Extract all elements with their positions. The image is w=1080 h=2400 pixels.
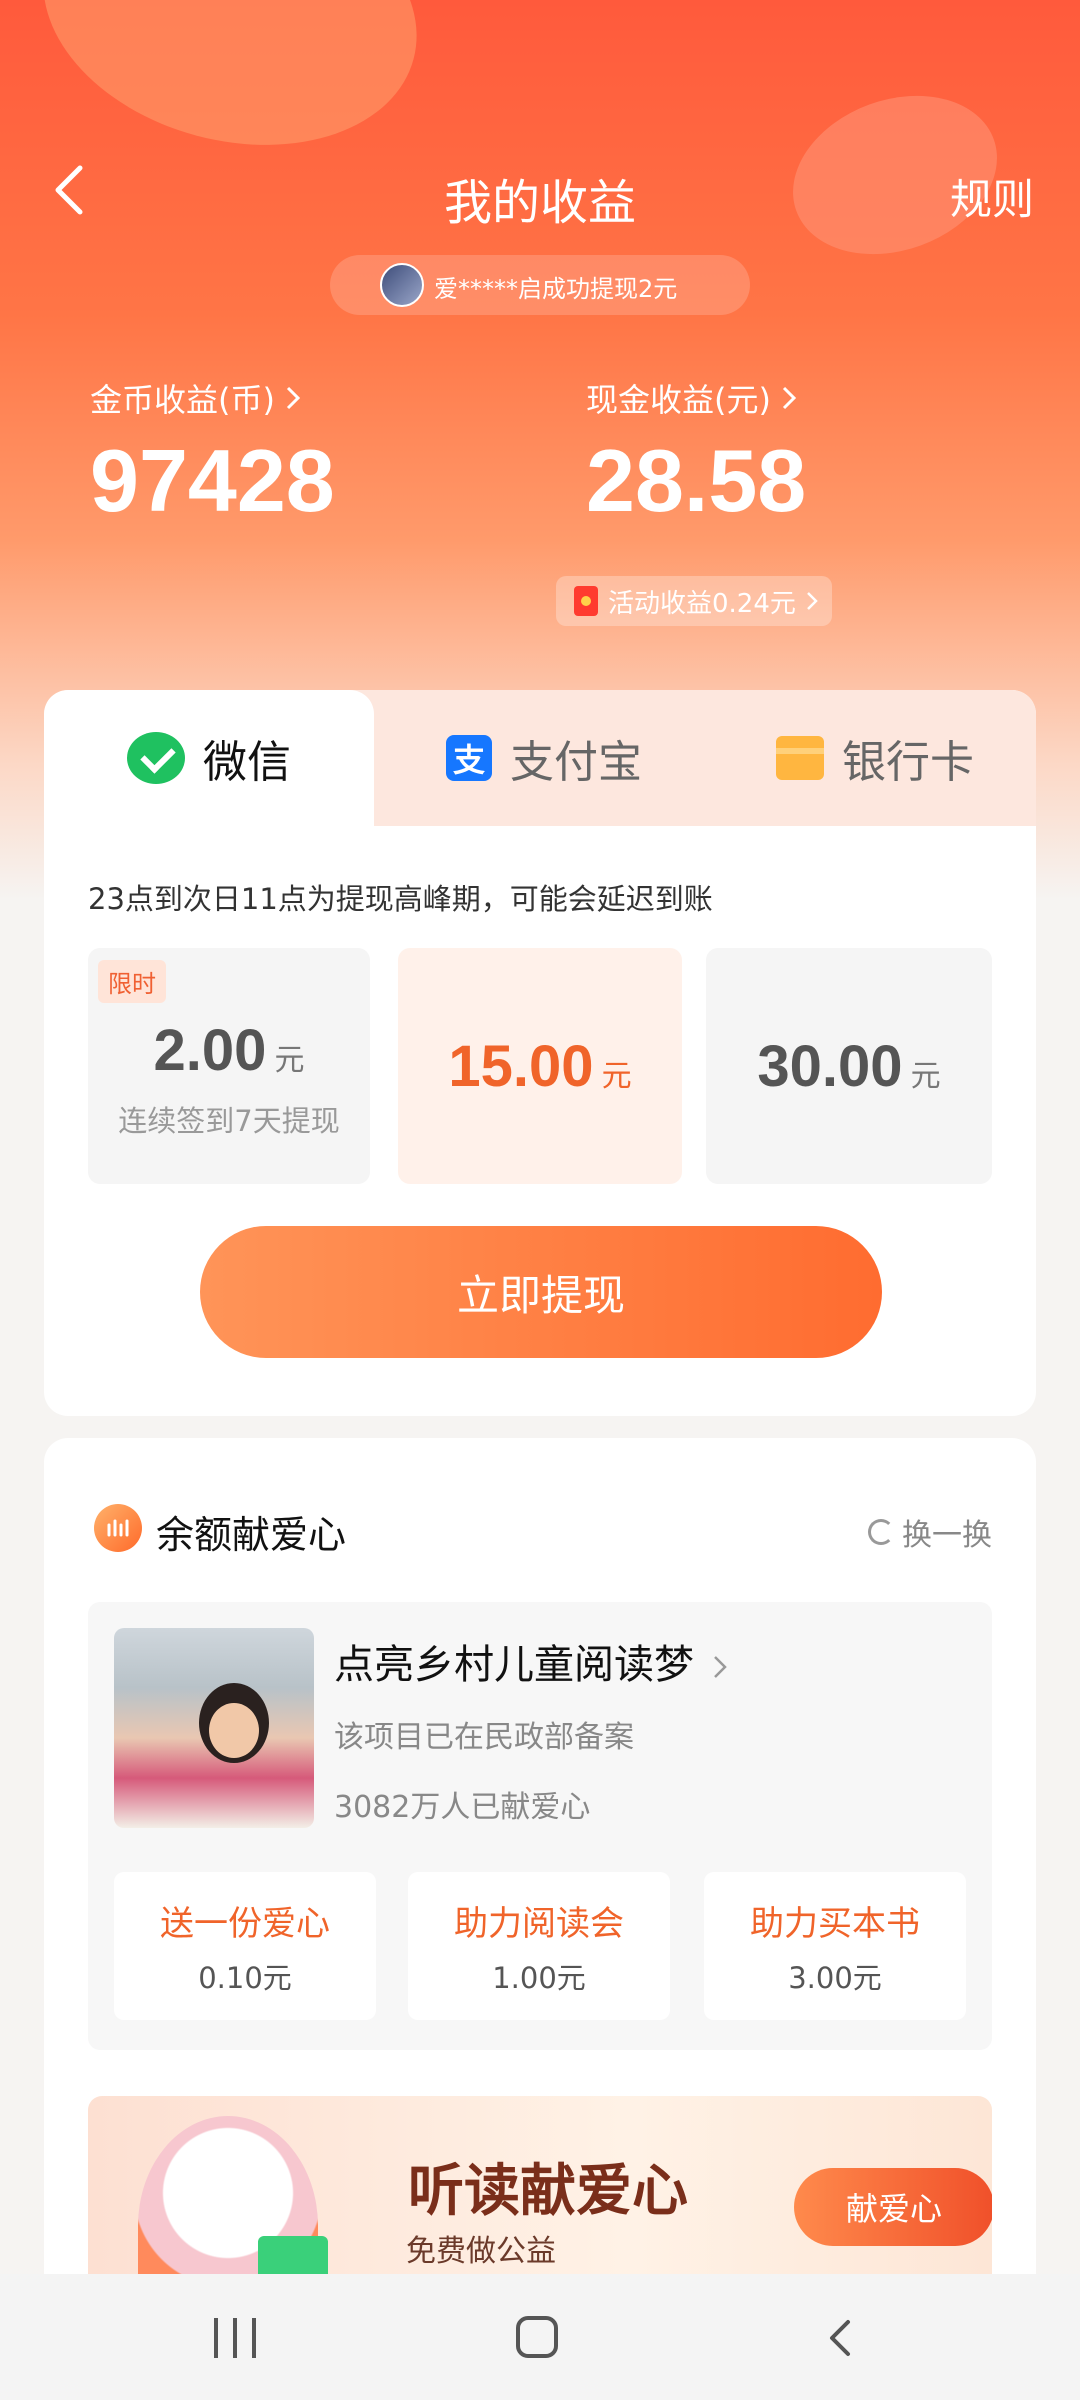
amount-option-15[interactable]: 15.00 元: [398, 948, 682, 1184]
page-title: 我的收益: [443, 175, 636, 231]
donate-option-price: 1.00元: [492, 1960, 586, 1995]
recent-apps-icon[interactable]: [214, 2318, 256, 2358]
charity-card: 余额献爱心 换一换 点亮乡村儿童阅读梦 该项目已在民政部备案 3082万人已献爱…: [44, 1438, 1036, 2400]
charity-section-title: 余额献爱心: [156, 1513, 347, 1557]
amount-value: 15.00: [448, 1033, 594, 1099]
cash-earnings-label[interactable]: 现金收益(元): [586, 375, 797, 421]
donate-love-button[interactable]: 献爱心: [794, 2168, 992, 2246]
cash-earnings-label-text: 现金收益(元): [586, 381, 771, 419]
coin-earnings-label[interactable]: 金币收益(币): [90, 375, 301, 421]
donate-option-price: 3.00元: [788, 1960, 882, 1995]
cash-earnings-value: 28.58: [586, 431, 807, 530]
amount-option-30[interactable]: 30.00 元: [706, 948, 992, 1184]
amount-unit: 元: [274, 1042, 305, 1078]
banner-subtitle: 免费做公益: [406, 2234, 556, 2269]
project-name-text: 点亮乡村儿童阅读梦: [334, 1642, 694, 1688]
tab-bank-card[interactable]: 银行卡: [714, 690, 1036, 826]
decorative-blob: [12, 0, 448, 185]
activity-earnings-pill[interactable]: 活动收益0.24元: [556, 576, 832, 626]
wechat-icon: [127, 732, 185, 784]
project-donor-count: 3082万人已献爱心: [334, 1790, 591, 1825]
project-registration: 该项目已在民政部备案: [334, 1720, 634, 1755]
project-name[interactable]: 点亮乡村儿童阅读梦: [334, 1632, 727, 1690]
banner-title: 听读献爱心: [408, 2159, 688, 2224]
coin-earnings-value: 97428: [90, 431, 335, 530]
tab-alipay-label: 支付宝: [510, 737, 642, 788]
tab-bank-card-label: 银行卡: [842, 737, 974, 788]
chevron-right-icon: [286, 386, 301, 410]
donate-option-reading[interactable]: 助力阅读会 1.00元: [408, 1872, 670, 2020]
chevron-right-icon: [807, 592, 818, 610]
chevron-right-icon: [713, 1656, 727, 1678]
donate-option-label: 助力阅读会: [454, 1903, 624, 1944]
donate-option-price: 0.10元: [198, 1960, 292, 1995]
amount-condition: 连续签到7天提现: [118, 1103, 340, 1138]
donate-option-label: 送一份爱心: [160, 1903, 330, 1944]
refresh-icon: [868, 1519, 894, 1545]
amount-value: 2.00: [153, 1017, 267, 1083]
refresh-button[interactable]: 换一换: [868, 1510, 992, 1554]
donate-option-book[interactable]: 助力买本书 3.00元: [704, 1872, 966, 2020]
chevron-right-icon: [782, 386, 797, 410]
bank-card-icon: [776, 736, 824, 780]
project-photo: [114, 1628, 314, 1828]
charity-project[interactable]: 点亮乡村儿童阅读梦 该项目已在民政部备案 3082万人已献爱心 送一份爱心 0.…: [88, 1602, 992, 2050]
donate-option-label: 助力买本书: [750, 1903, 920, 1944]
rules-link[interactable]: 规则: [950, 166, 1034, 227]
peak-time-notice: 23点到次日11点为提现高峰期，可能会延迟到账: [88, 882, 713, 916]
amount-unit: 元: [601, 1058, 632, 1094]
withdraw-card: 微信 支 支付宝 银行卡 23点到次日11点为提现高峰期，可能会延迟到账 限时 …: [44, 690, 1036, 1416]
alipay-icon: 支: [446, 735, 492, 781]
system-back-icon[interactable]: [826, 2318, 854, 2358]
tab-wechat-label: 微信: [203, 737, 291, 788]
tab-wechat[interactable]: 微信: [44, 690, 374, 826]
coin-earnings-label-text: 金币收益(币): [90, 381, 275, 419]
activity-earnings-text: 活动收益0.24元: [608, 588, 796, 619]
amount-unit: 元: [910, 1058, 941, 1094]
withdraw-now-button[interactable]: 立即提现: [200, 1226, 882, 1358]
refresh-label: 换一换: [902, 1518, 992, 1553]
red-packet-icon: [574, 586, 598, 616]
ticker-text: 爱*****启成功提现2元: [434, 275, 678, 303]
donate-option-love[interactable]: 送一份爱心 0.10元: [114, 1872, 376, 2020]
tab-alipay[interactable]: 支 支付宝: [384, 690, 704, 826]
ticker-avatar: [380, 263, 424, 307]
amount-value: 30.00: [757, 1033, 903, 1099]
limited-time-badge: 限时: [98, 960, 166, 1003]
system-navigation-bar: [0, 2274, 1080, 2400]
heart-icon: [94, 1504, 142, 1552]
home-icon[interactable]: [516, 2316, 558, 2358]
amount-option-2[interactable]: 限时 2.00 元 连续签到7天提现: [88, 948, 370, 1184]
